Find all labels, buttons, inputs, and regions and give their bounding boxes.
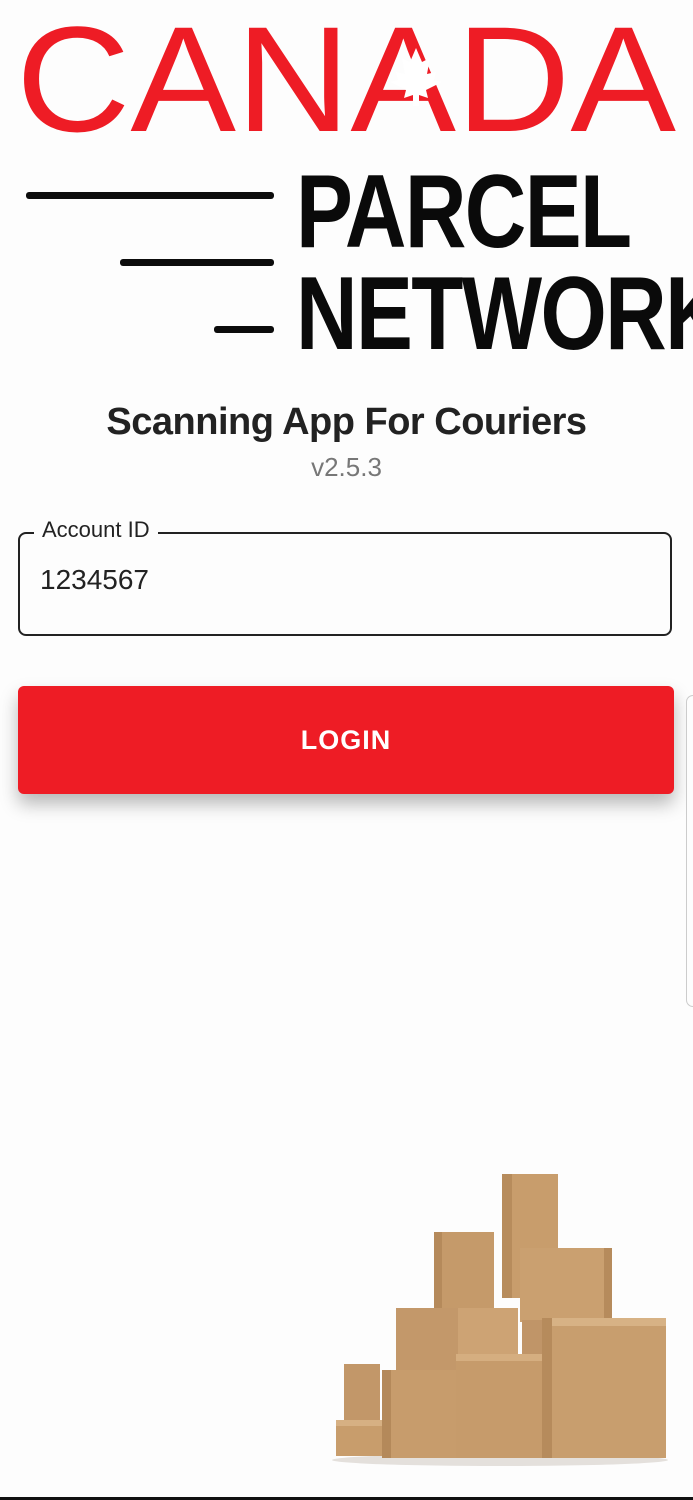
- login-screen: CANADA PARCEL NETWORK Scanning App For C…: [0, 0, 693, 1500]
- app-title: Scanning App For Couriers: [106, 401, 587, 443]
- account-id-field[interactable]: Account ID: [18, 517, 672, 636]
- edge-panel-handle[interactable]: [686, 695, 693, 1007]
- speed-line-2: [120, 259, 274, 266]
- logo-parcel-text: PARCEL: [296, 154, 632, 270]
- logo-network-text: NETWORK: [296, 256, 693, 372]
- app-version: v2.5.3: [311, 452, 382, 482]
- logo-canada-text: CANADA: [16, 18, 676, 138]
- account-id-input[interactable]: [40, 564, 640, 596]
- account-id-label: Account ID: [34, 517, 158, 543]
- speed-line-3: [214, 326, 274, 333]
- login-button[interactable]: LOGIN: [18, 686, 674, 794]
- canada-logo: CANADA: [16, 18, 676, 138]
- cardboard-boxes-illustration: [332, 1174, 668, 1466]
- speed-line-1: [26, 192, 274, 199]
